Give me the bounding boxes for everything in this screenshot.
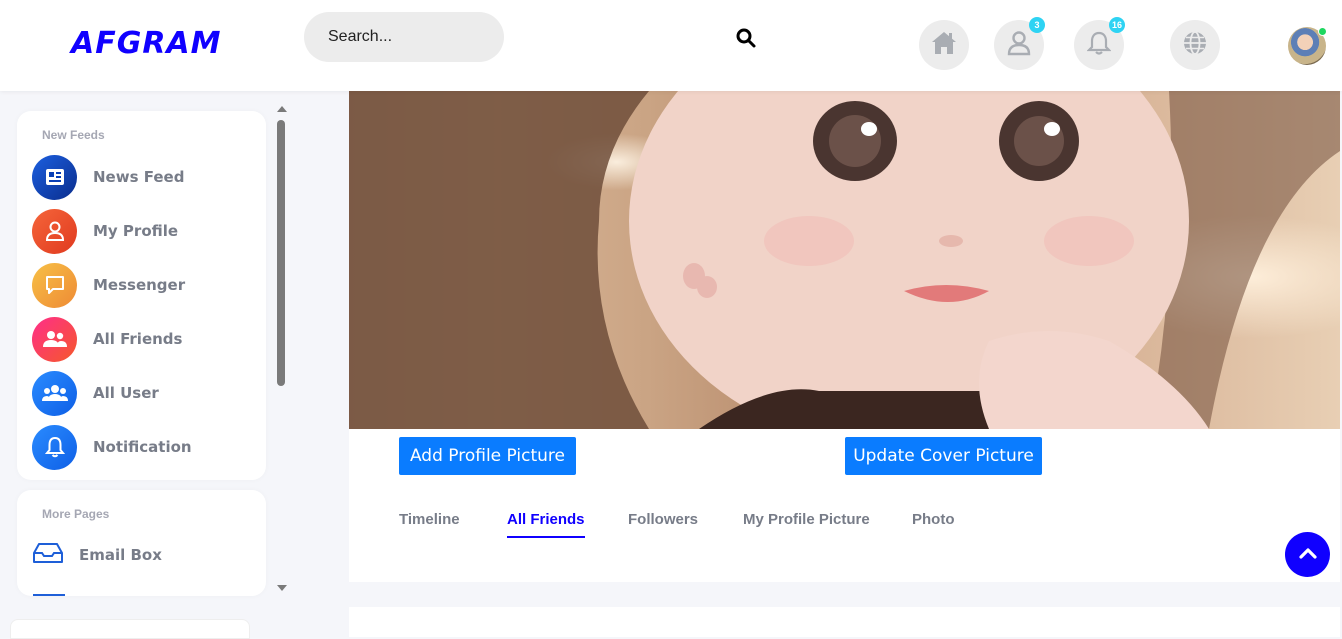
sidebar-new-feeds: New Feeds News Feed My Profile Messenger…	[17, 111, 266, 480]
sidebar-item-messenger[interactable]: Messenger	[32, 262, 262, 308]
friend-requests-button[interactable]: 3	[994, 17, 1045, 70]
sidebar-item-all-user[interactable]: All User	[32, 370, 262, 416]
user-icon	[1007, 30, 1031, 61]
tab-photo[interactable]: Photo	[912, 511, 955, 528]
home-button[interactable]	[919, 20, 969, 70]
sidebar-item-email-box[interactable]: Email Box	[32, 532, 262, 578]
sidebar-item-notification[interactable]: Notification	[32, 424, 262, 470]
next-item-icon-partial	[33, 594, 65, 596]
tab-followers[interactable]: Followers	[628, 511, 698, 528]
cover-photo	[349, 91, 1340, 429]
bell-icon	[1086, 30, 1112, 61]
language-button[interactable]	[1170, 20, 1220, 70]
content-card-partial	[349, 607, 1340, 637]
top-header: AFGRAM 3 16	[0, 0, 1342, 91]
sidebar-section-title: New Feeds	[42, 128, 105, 142]
cover-illustration	[349, 91, 1340, 429]
tab-all-friends[interactable]: All Friends	[507, 511, 585, 538]
notifications-badge: 16	[1108, 17, 1125, 33]
sidebar-item-news-feed[interactable]: News Feed	[32, 154, 262, 200]
update-cover-picture-button[interactable]: Update Cover Picture	[845, 437, 1042, 475]
sidebar-item-label: All Friends	[93, 330, 183, 348]
sidebar-item-my-profile[interactable]: My Profile	[32, 208, 262, 254]
chevron-up-icon	[1298, 546, 1317, 564]
home-icon	[930, 30, 958, 61]
app-logo[interactable]: AFGRAM	[71, 26, 222, 61]
sidebar-item-label: Email Box	[79, 546, 162, 564]
sidebar-section-title: More Pages	[42, 507, 110, 521]
friend-requests-badge: 3	[1029, 17, 1045, 33]
tab-timeline[interactable]: Timeline	[399, 511, 460, 528]
sidebar-scrollbar-thumb[interactable]	[277, 120, 285, 386]
scroll-to-top-button[interactable]	[1285, 532, 1330, 577]
globe-icon	[1182, 30, 1208, 61]
sidebar-item-label: Messenger	[93, 276, 186, 294]
sidebar-item-label: All User	[93, 384, 159, 402]
users-group-icon	[32, 370, 77, 416]
bell-icon	[32, 424, 77, 470]
sidebar-item-label: News Feed	[93, 168, 185, 186]
tab-my-profile-picture[interactable]: My Profile Picture	[743, 511, 870, 528]
sidebar-more-pages: More Pages Email Box	[17, 490, 266, 596]
sidebar-card-partial	[10, 619, 250, 639]
add-profile-picture-button[interactable]: Add Profile Picture	[399, 437, 576, 475]
chat-icon	[32, 262, 77, 308]
scroll-down-arrow[interactable]	[277, 585, 287, 591]
search-input[interactable]	[304, 12, 504, 62]
newspaper-icon	[32, 154, 77, 200]
inbox-icon	[32, 542, 66, 569]
users-icon	[32, 316, 77, 362]
online-status-dot	[1318, 27, 1327, 36]
scroll-up-arrow[interactable]	[277, 106, 287, 112]
sidebar-item-label: My Profile	[93, 222, 179, 240]
sidebar-item-all-friends[interactable]: All Friends	[32, 316, 262, 362]
user-icon	[32, 208, 77, 254]
notifications-button[interactable]: 16	[1074, 17, 1125, 70]
search-icon[interactable]	[735, 27, 757, 49]
sidebar-item-label: Notification	[93, 438, 192, 456]
